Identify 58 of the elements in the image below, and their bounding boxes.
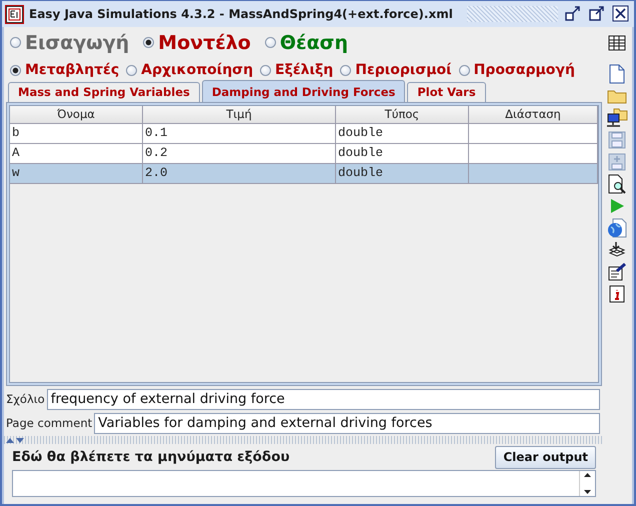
table-cell[interactable]: w	[10, 164, 143, 184]
radio-icon[interactable]	[126, 64, 138, 76]
table-cell[interactable]: 0.1	[143, 124, 336, 144]
minimize-icon[interactable]	[564, 5, 582, 23]
radio-option[interactable]: Προσαρμογή	[458, 62, 575, 78]
radio-option[interactable]: Εξέλιξη	[260, 62, 334, 78]
table-cell[interactable]: b	[10, 124, 143, 144]
field-label: Σχόλιο	[6, 392, 45, 406]
scroll-down-icon[interactable]	[584, 490, 591, 494]
radio-option[interactable]: Περιορισμοί	[340, 62, 452, 78]
column-header[interactable]: Διάσταση	[469, 106, 598, 124]
table-cell[interactable]: 0.2	[143, 144, 336, 164]
preview-icon[interactable]	[608, 173, 626, 195]
text-field[interactable]: Variables for damping and external driving forces	[94, 412, 600, 434]
radio-icon[interactable]	[264, 37, 276, 48]
close-icon[interactable]	[612, 5, 630, 23]
table-cell[interactable]	[469, 124, 598, 144]
radio-icon[interactable]	[10, 64, 21, 76]
field-label: Page comment	[6, 416, 92, 430]
info-icon[interactable]	[609, 283, 625, 305]
table-icon[interactable]	[608, 33, 626, 53]
tab[interactable]: Plot Vars	[407, 82, 486, 102]
column-header[interactable]: Τιμή	[143, 106, 336, 124]
text-field[interactable]: frequency of external driving force	[46, 388, 600, 410]
table-cell[interactable]: 2.0	[143, 164, 336, 184]
clear-output-button[interactable]: Clear output	[495, 446, 596, 468]
collapse-down-icon[interactable]	[16, 438, 24, 442]
globe-icon[interactable]	[607, 217, 627, 239]
radio-icon[interactable]	[458, 64, 470, 76]
column-header[interactable]: Όνομα	[10, 106, 143, 124]
radio-option[interactable]: Μεταβλητές	[10, 62, 120, 78]
radio-option[interactable]: Θέαση	[264, 32, 348, 54]
app-logo-icon	[6, 6, 23, 22]
output-label: Εδώ θα βλέπετε τα μηνύματα εξόδου	[12, 449, 290, 465]
maximize-icon[interactable]	[588, 5, 606, 23]
column-header[interactable]: Τύπος	[336, 106, 469, 124]
tab[interactable]: Mass and Spring Variables	[8, 82, 200, 102]
radio-icon[interactable]	[143, 37, 154, 48]
table-cell[interactable]: double	[336, 124, 469, 144]
radio-option[interactable]: Αρχικοποίηση	[126, 62, 254, 78]
scroll-up-icon[interactable]	[584, 473, 591, 477]
table-cell[interactable]	[469, 144, 598, 164]
computer-folder-icon[interactable]	[606, 107, 628, 129]
window-title: Easy Java Simulations 4.3.2 - MassAndSpring4(+ext.force).xml	[29, 7, 453, 21]
edit-icon[interactable]	[607, 261, 627, 283]
table-cell[interactable]: double	[336, 164, 469, 184]
collapse-up-icon[interactable]	[6, 438, 14, 442]
radio-option[interactable]: Εισαγωγή	[10, 32, 130, 54]
radio-icon[interactable]	[340, 64, 352, 76]
table-cell[interactable]: double	[336, 144, 469, 164]
radio-icon[interactable]	[10, 37, 21, 48]
title-bar-grip[interactable]	[466, 6, 558, 22]
tab[interactable]: Damping and Driving Forces	[202, 80, 406, 102]
radio-option[interactable]: Μοντέλο	[143, 32, 251, 54]
table-cell[interactable]: A	[10, 144, 143, 164]
table-cell[interactable]	[469, 164, 598, 184]
radio-icon[interactable]	[260, 64, 272, 76]
new-file-icon[interactable]	[609, 63, 625, 85]
